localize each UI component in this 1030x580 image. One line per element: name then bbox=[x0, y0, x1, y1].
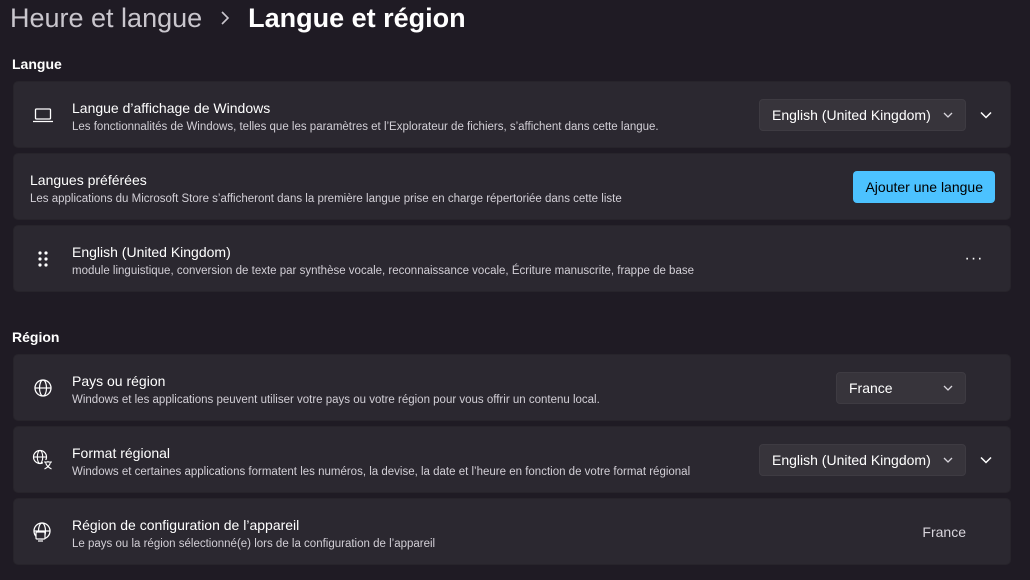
regional-format-title: Format régional bbox=[72, 445, 171, 461]
language-item-title: English (United Kingdom) bbox=[72, 244, 231, 260]
section-title-language: Langue bbox=[12, 56, 62, 72]
device-region-value: France bbox=[922, 523, 966, 540]
preferred-languages-title: Langues préférées bbox=[30, 172, 147, 188]
display-language-description: Les fonctionnalités de Windows, telles q… bbox=[72, 121, 659, 133]
regional-format-card[interactable]: Format régional Windows et certaines app… bbox=[13, 426, 1011, 493]
country-region-description: Windows et les applications peuvent util… bbox=[72, 394, 600, 406]
display-language-title: Langue d’affichage de Windows bbox=[72, 100, 271, 116]
globe-icon bbox=[32, 377, 54, 399]
chevron-down-icon bbox=[943, 385, 953, 391]
regional-format-value: English (United Kingdom) bbox=[772, 451, 931, 468]
preferred-languages-description: Les applications du Microsoft Store s’af… bbox=[30, 193, 622, 205]
display-language-dropdown[interactable]: English (United Kingdom) bbox=[759, 98, 966, 131]
language-item-description: module linguistique, conversion de texte… bbox=[72, 265, 694, 277]
device-region-card: Région de configuration de l’appareil Le… bbox=[13, 498, 1011, 565]
language-list-item[interactable]: English (United Kingdom) module linguist… bbox=[13, 225, 1011, 292]
display-language-value: English (United Kingdom) bbox=[772, 106, 931, 123]
display-language-card[interactable]: Langue d’affichage de Windows Les foncti… bbox=[13, 81, 1011, 148]
section-title-region: Région bbox=[12, 329, 60, 345]
laptop-icon bbox=[32, 104, 54, 126]
settings-page: Heure et langue Langue et région Langue … bbox=[0, 0, 1030, 580]
country-region-dropdown[interactable]: France bbox=[836, 371, 966, 404]
country-region-value: France bbox=[849, 379, 893, 396]
chevron-right-icon bbox=[220, 11, 230, 25]
drag-handle-icon[interactable] bbox=[32, 248, 54, 270]
more-options-button[interactable]: ··· bbox=[960, 249, 988, 269]
globe-device-icon bbox=[32, 521, 54, 543]
device-region-title: Région de configuration de l’appareil bbox=[72, 517, 300, 533]
chevron-down-icon bbox=[943, 112, 953, 118]
breadcrumb-parent[interactable]: Heure et langue bbox=[10, 0, 202, 36]
expand-chevron-icon[interactable] bbox=[978, 452, 994, 468]
page-title: Langue et région bbox=[248, 3, 466, 33]
preferred-languages-card: Langues préférées Les applications du Mi… bbox=[13, 153, 1011, 220]
regional-format-icon bbox=[32, 449, 54, 471]
country-region-card: Pays ou région Windows et les applicatio… bbox=[13, 354, 1011, 421]
chevron-down-icon bbox=[943, 457, 953, 463]
breadcrumb: Heure et langue Langue et région bbox=[10, 0, 466, 36]
regional-format-description: Windows et certaines applications format… bbox=[72, 466, 691, 478]
expand-chevron-icon[interactable] bbox=[978, 107, 994, 123]
regional-format-dropdown[interactable]: English (United Kingdom) bbox=[759, 443, 966, 476]
device-region-description: Le pays ou la région sélectionné(e) lors… bbox=[72, 538, 436, 550]
add-language-button[interactable]: Ajouter une langue bbox=[853, 170, 995, 203]
country-region-title: Pays ou région bbox=[72, 373, 166, 389]
